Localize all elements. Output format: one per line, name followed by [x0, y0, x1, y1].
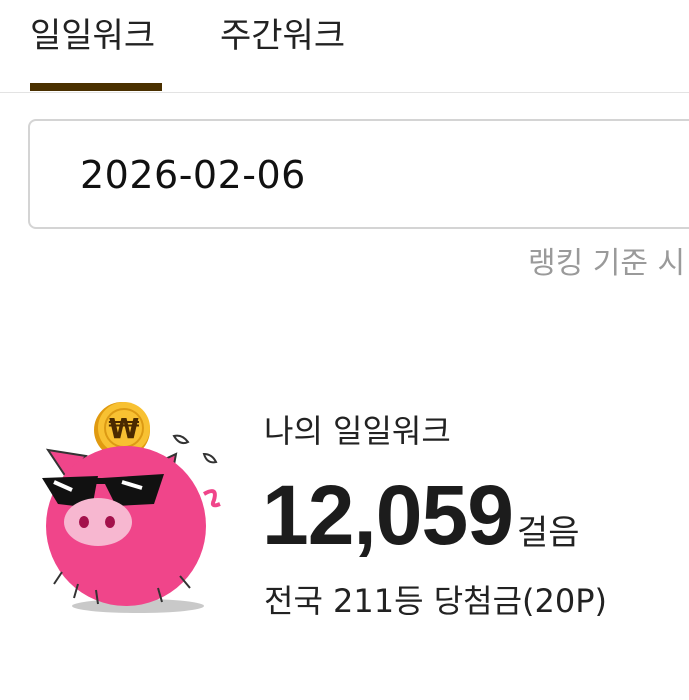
tab-weekly-walk[interactable]: 주간워크	[220, 14, 360, 92]
date-selector[interactable]: 2026-02-06	[28, 119, 689, 229]
step-count-unit: 걸음	[516, 513, 580, 553]
ranking-criteria-note: 랭킹 기준 시	[528, 246, 686, 281]
step-count: 12,059 걸음	[262, 470, 579, 560]
step-count-value: 12,059	[262, 468, 514, 562]
tab-daily-walk[interactable]: 일일워크	[30, 14, 162, 92]
coin-won-symbol: ₩	[109, 412, 140, 445]
daily-walk-page: 일일워크 주간워크 2026-02-06 랭킹 기준 시 ₩ 나의 일일워크 1…	[0, 0, 689, 700]
my-daily-walk-title: 나의 일일워크	[264, 412, 451, 450]
date-value: 2026-02-06	[80, 153, 306, 197]
tab-bar: 일일워크 주간워크	[0, 0, 689, 93]
national-rank-prize: 전국 211등 당첨금(20P)	[264, 582, 608, 620]
active-tab-indicator	[30, 83, 162, 91]
pig-mascot-icon: ₩	[38, 398, 238, 618]
